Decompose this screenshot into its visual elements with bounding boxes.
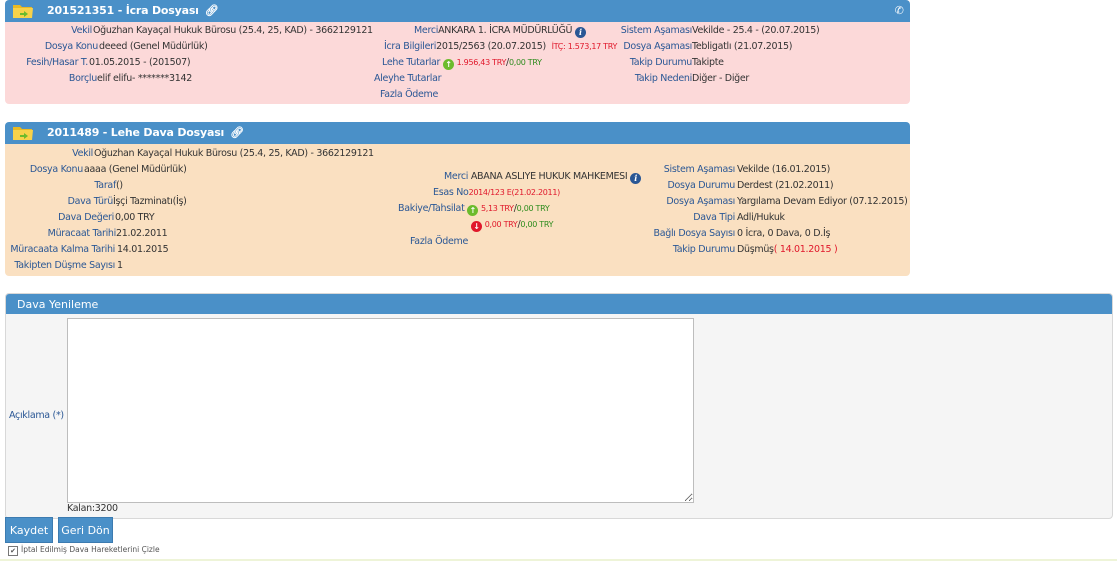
dava-dosya-durumu-value: Derdest (21.02.2011) bbox=[737, 180, 834, 191]
icra-borclu-value: elif elifu- *******3142 bbox=[97, 73, 192, 84]
icra-takip-nedeni-value: Diğer - Diğer bbox=[692, 73, 750, 84]
geri-don-button[interactable]: Geri Dön bbox=[58, 517, 113, 543]
kaydet-button[interactable]: Kaydet bbox=[5, 517, 53, 543]
bagli-dosya-label: Bağlı Dosya Sayısı bbox=[653, 228, 735, 239]
lehe-tutar-red: 1.956,43 TRY bbox=[456, 58, 507, 67]
dava-tipi-label: Dava Tipi bbox=[693, 212, 735, 223]
dava-dosya-asamasi-value: Yargılama Devam Ediyor (07.12.2015) bbox=[737, 196, 908, 207]
icra-panel-header: 201521351 - İcra Dosyası 🔗︎ ✆ bbox=[5, 0, 910, 22]
icra-fesih-value: 01.05.2015 - (201507) bbox=[89, 57, 191, 68]
icra-merci-label: Merci bbox=[414, 25, 439, 36]
arrow-up-icon: ↑ bbox=[467, 205, 479, 216]
folder-icon bbox=[13, 127, 33, 140]
bagli-dosya-value: 0 İcra, 0 Dava, 0 D.İş bbox=[737, 228, 831, 239]
dava-degeri-label: Dava Değeri bbox=[58, 212, 114, 223]
icra-panel: 201521351 - İcra Dosyası 🔗︎ ✆ Vekil Oğuzh… bbox=[5, 0, 910, 104]
muracaata-kalma-value: 14.01.2015 bbox=[117, 244, 169, 255]
bakiye-tahsilat-label: Bakiye/Tahsilat bbox=[398, 203, 465, 214]
dava-yenileme-title: Dava Yenileme bbox=[17, 298, 99, 311]
dava-sistem-asamasi-value: Vekilde (16.01.2015) bbox=[737, 164, 831, 175]
dava-dosya-asamasi-label: Dosya Aşaması bbox=[666, 196, 735, 207]
icra-sistem-asamasi-value: Vekilde - 25.4 - (20.07.2015) bbox=[692, 25, 820, 36]
icra-dosya-asamasi-label: Dosya Aşaması bbox=[623, 41, 692, 52]
kalan-counter: Kalan:3200 bbox=[67, 503, 118, 514]
dava-taraf-value: () bbox=[116, 180, 123, 191]
icra-fazla-odeme-label: Fazla Ödeme bbox=[380, 89, 439, 100]
icra-vekil-label: Vekil bbox=[71, 25, 92, 36]
icra-borclu-label: Borçlu bbox=[68, 73, 97, 84]
icra-itc-value: İTÇ: 1.573,17 TRY bbox=[551, 42, 618, 51]
dava-dosya-durumu-label: Dosya Durumu bbox=[667, 180, 736, 191]
icra-sistem-asamasi-label: Sistem Aşaması bbox=[620, 25, 693, 36]
icra-bilgileri-value: 2015/2563 (20.07.2015) bbox=[436, 41, 546, 52]
phone-icon[interactable]: ✆ bbox=[895, 4, 904, 17]
dava-turu-value: İşçi Tazminatı(İş) bbox=[113, 196, 187, 207]
dava-vekil-label: Vekil bbox=[72, 148, 93, 159]
icra-dosya-konu-label: Dosya Konu bbox=[44, 41, 98, 52]
dava-taraf-label: Taraf bbox=[94, 180, 116, 191]
muracaat-tarihi-label: Müracaat Tarihi bbox=[47, 228, 117, 239]
dava-panel: 2011489 - Lehe Dava Dosyası 🔗︎ Vekil Oğuz… bbox=[5, 122, 910, 276]
dava-panel-title[interactable]: 2011489 - Lehe Dava Dosyası bbox=[47, 126, 224, 139]
aciklama-textarea[interactable] bbox=[67, 318, 694, 503]
dava-takip-durumu-date: ( 14.01.2015 ) bbox=[773, 244, 838, 255]
icra-merci-value: ANKARA 1. İCRA MÜDÜRLÜĞÜ bbox=[438, 25, 573, 36]
esas-no-value: 2014/123 E(21.02.2011) bbox=[468, 188, 561, 197]
arrow-up-icon: ↑ bbox=[442, 59, 454, 70]
info-icon[interactable]: i bbox=[574, 27, 586, 38]
iptal-checkbox[interactable]: ✔ bbox=[8, 546, 18, 556]
iptal-checkbox-row: ✔ İptal Edilmiş Dava Hareketlerini Çizle bbox=[8, 545, 160, 556]
arrow-down-icon: ↓ bbox=[471, 221, 482, 232]
dava-yenileme-panel: Dava Yenileme Açıklama (*) Kalan:3200 bbox=[5, 293, 1113, 519]
dava-takip-durumu-label: Takip Durumu bbox=[672, 244, 735, 255]
dava-degeri-value: 0,00 TRY bbox=[115, 212, 155, 223]
icra-takip-durumu-value: Takipte bbox=[692, 57, 724, 68]
lehe-tutar-green: 0,00 TRY bbox=[508, 58, 542, 67]
icra-panel-body: Vekil Oğuzhan Kayaçal Hukuk Bürosu (25.4… bbox=[5, 22, 910, 104]
dava-panel-body: Vekil Oğuzhan Kayaçal Hukuk Bürosu (25.4… bbox=[5, 144, 910, 276]
dava-merci-value: ABANA ASLIYE HUKUK MAHKEMESI bbox=[470, 171, 628, 182]
icra-takip-nedeni-label: Takip Nedeni bbox=[634, 73, 692, 84]
muracaat-tarihi-value: 21.02.2011 bbox=[116, 228, 168, 239]
dava-yenileme-header: Dava Yenileme bbox=[6, 294, 1112, 314]
link-icon[interactable]: 🔗︎ bbox=[205, 4, 219, 17]
dava-dosya-konu-value: aaaa (Genel Müdürlük) bbox=[84, 164, 187, 175]
dava-vekil-value: Oğuzhan Kayaçal Hukuk Bürosu (25.4, 25, … bbox=[94, 148, 374, 159]
takipten-dusme-label: Takipten Düşme Sayısı bbox=[14, 260, 115, 271]
dava-panel-header: 2011489 - Lehe Dava Dosyası 🔗︎ bbox=[5, 122, 910, 144]
bakiye-up-green: 0,00 TRY bbox=[516, 204, 550, 213]
dava-dosya-konu-label: Dosya Konu bbox=[29, 164, 83, 175]
bakiye-down-red: 0,00 TRY bbox=[484, 220, 518, 229]
icra-bilgileri-label: İcra Bilgileri bbox=[384, 41, 437, 52]
info-icon[interactable]: i bbox=[630, 173, 642, 184]
icra-fesih-label: Fesih/Hasar T. bbox=[26, 57, 88, 68]
lehe-tutarlar-label: Lehe Tutarlar bbox=[382, 57, 441, 68]
dava-merci-label: Merci bbox=[444, 171, 469, 182]
aleyhe-tutarlar-label: Aleyhe Tutarlar bbox=[374, 73, 442, 84]
bakiye-up-red: 5,13 TRY bbox=[480, 204, 514, 213]
muracaata-kalma-label: Müracaata Kalma Tarihi bbox=[10, 244, 115, 255]
aciklama-label: Açıklama (*) bbox=[9, 410, 64, 421]
icra-dosya-asamasi-value: Tebligatlı (21.07.2015) bbox=[692, 41, 793, 52]
iptal-checkbox-label[interactable]: İptal Edilmiş Dava Hareketlerini Çizle bbox=[21, 545, 160, 554]
dava-takip-durumu-value: Düşmüş bbox=[737, 244, 774, 255]
takipten-dusme-value: 1 bbox=[117, 260, 123, 271]
icra-takip-durumu-label: Takip Durumu bbox=[629, 57, 692, 68]
dava-fazla-odeme-label: Fazla Ödeme bbox=[410, 236, 469, 247]
dava-tipi-value: Adli/Hukuk bbox=[737, 212, 785, 223]
esas-no-label: Esas No bbox=[433, 187, 469, 198]
bakiye-down-green: 0,00 TRY bbox=[520, 220, 554, 229]
link-icon[interactable]: 🔗︎ bbox=[230, 126, 244, 139]
dava-turu-label: Dava Türü bbox=[67, 196, 114, 207]
icra-dosya-konu-value: deeed (Genel Müdürlük) bbox=[99, 41, 208, 52]
icra-panel-title[interactable]: 201521351 - İcra Dosyası bbox=[47, 4, 199, 17]
dava-sistem-asamasi-label: Sistem Aşaması bbox=[663, 164, 736, 175]
folder-icon bbox=[13, 5, 33, 18]
icra-vekil-value: Oğuzhan Kayaçal Hukuk Bürosu (25.4, 25, … bbox=[93, 25, 373, 36]
